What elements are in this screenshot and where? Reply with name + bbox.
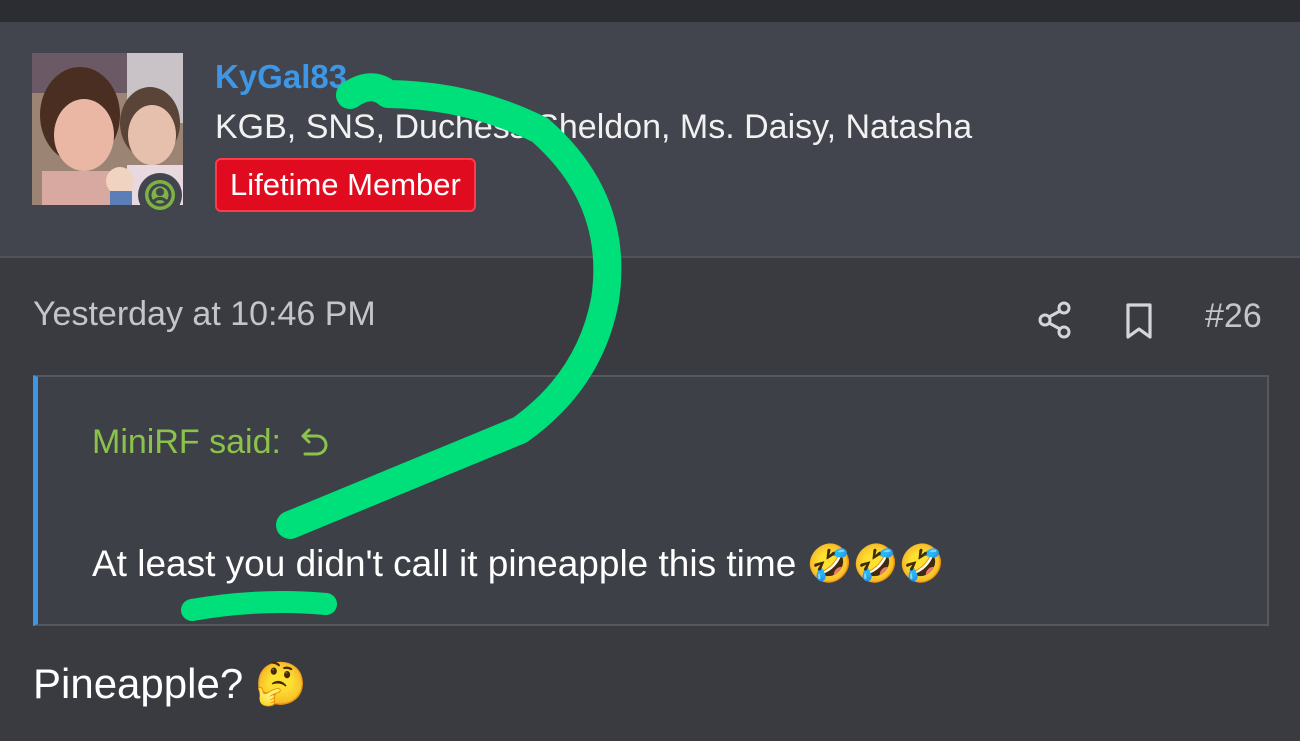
username-link[interactable]: KyGal83 xyxy=(215,58,347,96)
member-badge: Lifetime Member xyxy=(215,158,476,212)
user-title: KGB, SNS, Duchess Sheldon, Ms. Daisy, Na… xyxy=(215,108,973,146)
quote-author[interactable]: MiniRF said: xyxy=(92,423,331,462)
post-number-link[interactable]: #26 xyxy=(1205,297,1262,336)
post-timestamp[interactable]: Yesterday at 10:46 PM xyxy=(33,295,376,334)
header-divider xyxy=(0,256,1300,258)
quote-text: At least you didn't call it pineapple th… xyxy=(92,543,945,584)
reply-arrow-icon[interactable] xyxy=(299,426,331,460)
bookmark-icon[interactable] xyxy=(1124,302,1154,340)
online-status-icon xyxy=(138,173,182,217)
share-icon[interactable] xyxy=(1037,300,1073,340)
quote-block: MiniRF said: At least you didn't call it… xyxy=(33,375,1269,626)
post-message: Pineapple? 🤔 xyxy=(33,660,308,707)
quote-author-label[interactable]: MiniRF said: xyxy=(92,423,281,462)
top-bar xyxy=(0,0,1300,22)
